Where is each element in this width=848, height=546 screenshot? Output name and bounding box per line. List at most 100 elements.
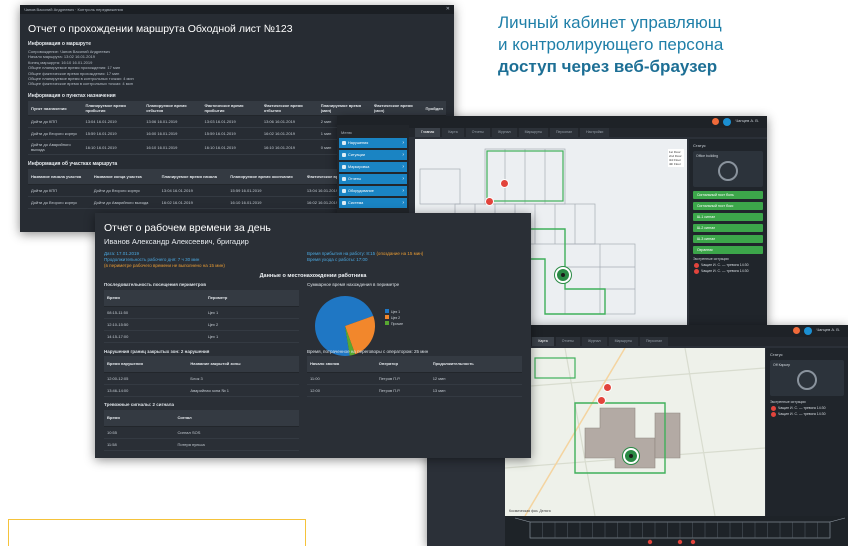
map-tab[interactable]: Главная: [415, 128, 441, 137]
zone-button[interactable]: Охранник: [693, 246, 763, 254]
route-info-heading: Информация о маршруте: [28, 41, 91, 47]
legend-swatch: [385, 309, 389, 313]
bell-icon[interactable]: [712, 118, 719, 125]
map-tab[interactable]: Отчеты: [555, 337, 580, 346]
alarm-item[interactable]: Чащин И. С. — тревога 14:30: [693, 263, 763, 268]
alarm-list: Чащин И. С. — тревога 14:30 Чащин И. С. —…: [770, 406, 844, 417]
worker-marker[interactable]: [555, 267, 571, 283]
table-row[interactable]: 08:15-11:50 Цех 1: [104, 306, 299, 319]
avatar[interactable]: [723, 118, 731, 126]
alarms-table: Время Сигнал 10:55 Сигнал SOS 11:58 Потеря пу…: [104, 410, 299, 451]
column-header: Планируемое время (мин): [317, 100, 371, 117]
table-cell: Блок 3: [187, 372, 299, 385]
table-cell: 16:10 16.01.2019: [143, 139, 202, 156]
table-cell: 12 мин: [429, 372, 522, 385]
table-cell: Цех 1: [204, 306, 299, 319]
menu-item[interactable]: Отчеты: [339, 174, 407, 184]
menu-item[interactable]: Система: [339, 198, 407, 208]
map-tab[interactable]: Журнал: [491, 128, 517, 137]
work-meta-left: Дата: 17.01.2019 Продолжительность рабоч…: [104, 251, 225, 269]
site-map[interactable]: Космическая фаз. Дельта: [505, 348, 765, 516]
user-name: Чанцев А. В.: [816, 327, 840, 332]
menu-item[interactable]: Маркировка: [339, 162, 407, 172]
column-header: Время: [104, 410, 175, 427]
map-tab[interactable]: Персонал: [640, 337, 669, 346]
table-cell: 13 мин: [429, 384, 522, 397]
route-report-title: Отчет о прохождении маршрута Обходной ли…: [28, 23, 293, 35]
table-row[interactable]: 14:15-17:00 Цех 1: [104, 330, 299, 343]
alarm-marker[interactable]: [603, 383, 612, 392]
site-map-drawing: [505, 348, 765, 516]
status-gauge: [797, 370, 817, 390]
floor-selector[interactable]: 1st Floor 2nd Floor 3rd Floor 4th Floor: [668, 149, 684, 167]
status-panel: Статус Off Карьер Экстренные ситуации Ча…: [766, 348, 848, 516]
zone-button[interactable]: Ш-3 сигнал: [693, 235, 763, 243]
map-tab[interactable]: Карта: [442, 128, 464, 137]
zone-button[interactable]: Сигнальный пост бокс: [693, 202, 763, 210]
table-row[interactable]: 12:00-12:05 Блок 3: [104, 372, 299, 385]
zone-button[interactable]: Ш-1 сигнал: [693, 213, 763, 221]
leave-label: Время ухода с работы: 17:00: [307, 257, 368, 262]
zone-button[interactable]: Сигнальный пост боль: [693, 191, 763, 199]
table-row[interactable]: 10:55 Сигнал SOS: [104, 426, 299, 439]
zone-buttons: Сигнальный пост боль Сигнальный пост бокс…: [693, 191, 763, 254]
table-row[interactable]: 12:10-15:50 Цех 2: [104, 318, 299, 331]
menu-item[interactable]: Нарушения: [339, 138, 407, 148]
table-cell: Петров П.Р.: [375, 372, 430, 385]
zone-button[interactable]: Ш-2 сигнал: [693, 224, 763, 232]
heading-line-3: доступ через веб-браузер: [498, 57, 718, 76]
column-header: Фактическое время (мин): [370, 100, 423, 117]
timeline-drawing: [514, 517, 846, 545]
table-row[interactable]: 12:00 Петров П.Р. 13 мин: [307, 384, 522, 397]
menu-item[interactable]: Оборудование: [339, 186, 407, 196]
column-header: Планируемое время начала: [158, 169, 228, 185]
status-card-title: Off Карьер: [773, 363, 791, 367]
table-row[interactable]: 13:46-14:00 Аварийная зона № 1: [104, 384, 299, 397]
work-meta-right: Время прибытия на работу: 8:15 (опоздани…: [307, 251, 423, 263]
table-row[interactable]: 11:00 Петров П.Р. 12 мин: [307, 372, 522, 385]
alarm-marker[interactable]: [500, 179, 509, 188]
menu-title: Меню: [341, 130, 352, 135]
pie-title: Суммарное время нахождения в периметре: [307, 282, 400, 287]
worker-marker[interactable]: [623, 448, 639, 464]
table-cell: 11:00: [307, 372, 376, 385]
column-header: Название начала участка: [28, 169, 91, 185]
table-header-row: Пункт назначения Планируемое время прибыт…: [28, 100, 446, 117]
timeline-panel[interactable]: [505, 516, 848, 546]
table-header-row: Начало звонка Оператор Продолжительность: [307, 356, 522, 373]
avatar[interactable]: [804, 327, 812, 335]
map-tab[interactable]: Маршруты: [518, 128, 549, 137]
map-tab[interactable]: Карта: [532, 337, 554, 346]
alarm-marker[interactable]: [597, 396, 606, 405]
table-cell: 08:15-11:50: [104, 306, 205, 319]
column-header: Продолжительность: [429, 356, 522, 373]
table-cell: 16:10 16.01.2019: [260, 139, 318, 156]
map-tab[interactable]: Персонал: [550, 128, 579, 137]
menu-list: Нарушения Ситуации Маркировка Отчеты Оборудо…: [339, 138, 407, 208]
table-cell: 11:58: [104, 438, 175, 451]
table-cell: Дойти до КПП: [28, 184, 91, 197]
map-tab[interactable]: Журнал: [581, 337, 607, 346]
menu-item[interactable]: Ситуации: [339, 150, 407, 160]
floor-option[interactable]: 4th Floor: [669, 162, 683, 166]
alarm-item[interactable]: Чащин И. С. — тревога 14:30: [693, 269, 763, 274]
heading-line-1: Личный кабинет управляющ: [498, 13, 722, 32]
map-tab[interactable]: Маршруты: [608, 337, 639, 346]
legend-entry: Прочие: [385, 321, 403, 327]
alarm-item[interactable]: Чащин И. С. — тревога 14:30: [770, 406, 844, 411]
alarm-marker[interactable]: [485, 197, 494, 206]
table-cell: Аварийная зона № 1: [187, 384, 299, 397]
table-cell: 10:55: [104, 426, 175, 439]
map-tab[interactable]: Отчеты: [465, 128, 490, 137]
table-row[interactable]: 11:58 Потеря пульса: [104, 438, 299, 451]
route-report-titlebar: Чанов Василий Андреевич · Контроль перед…: [20, 5, 454, 14]
table-cell: 16:02 16.01.2019: [260, 127, 318, 141]
status-card-title: Office building: [696, 154, 719, 158]
map-tab[interactable]: Настройки: [580, 128, 610, 137]
bell-icon[interactable]: [793, 327, 800, 334]
alarm-item[interactable]: Чащин И. С. — тревога 14:30: [770, 412, 844, 417]
status-gauge: [718, 161, 738, 181]
table-cell: Потеря пульса: [174, 438, 299, 451]
map-label: Космическая фаз. Дельта: [509, 509, 551, 513]
close-icon[interactable]: ✕: [446, 5, 450, 14]
